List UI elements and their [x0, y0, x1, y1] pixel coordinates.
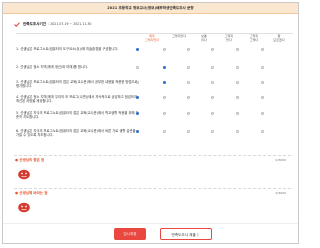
- rating-radio[interactable]: [211, 48, 214, 51]
- question-text: 2. 선생님은 정소 지역(에게 정신(와 미래)를 합니다.: [16, 65, 88, 69]
- question-row: 2. 선생님은 정소 지역(에게 정신(와 미래)를 합니다.: [16, 65, 293, 78]
- rating-radio[interactable]: [211, 81, 214, 84]
- rating-radio[interactable]: [187, 66, 190, 69]
- rating-radio[interactable]: [211, 66, 214, 69]
- column-header: 잘 모르겠다: [273, 34, 285, 42]
- temp-save-button[interactable]: 임시저장: [114, 228, 146, 240]
- question-text: 4. 선생님은 정소 지역(에게 우리의 모 프로그(수면)(에서 지속적으로 …: [16, 95, 137, 104]
- rating-radio[interactable]: [211, 112, 214, 115]
- rating-radio[interactable]: [236, 48, 239, 51]
- question-row: 1. 선생님은 프로그노트(컴퓨터의 도구요소(쉬))에 미술환경을 구성합니다…: [16, 47, 293, 60]
- emoji-icon[interactable]: [17, 168, 31, 180]
- comment-title-good: ● 선생님의 좋은 점: [15, 158, 45, 162]
- column-header: 매우 그렇지않다: [144, 34, 160, 42]
- question-row: 6. 선생님은 지식의 프로그노트(컴퓨터의 접은 교육(교수준)에서 바른 가…: [16, 129, 293, 142]
- rating-radio[interactable]: [236, 130, 239, 133]
- question-row: 3. 선생님은 프로그노트(컴퓨터의 접은 교육(교수준)에서 공부한 내용을 …: [16, 80, 293, 93]
- rating-radio[interactable]: [163, 112, 166, 115]
- rating-radio[interactable]: [136, 130, 139, 133]
- rating-radio[interactable]: [261, 66, 264, 69]
- question-row: 5. 선생님은 지식의 프로그노트(컴퓨터의 접은 교육(교수준)에서 학교생활…: [16, 111, 293, 124]
- char-counter: 0/3600: [275, 191, 286, 195]
- rating-radio[interactable]: [187, 48, 190, 51]
- submit-survey-button[interactable]: 만족도조사 제출 〉: [160, 228, 212, 240]
- section-divider: [14, 188, 291, 189]
- survey-window: 2021 초등학교 정보교사(정보)배부학생만족도조사 문항 만족도조사기간 :…: [2, 2, 299, 244]
- rating-radio[interactable]: [261, 112, 264, 115]
- rating-radio[interactable]: [163, 81, 166, 84]
- comment-title-wish: ● 선생님께 바라는 점: [15, 191, 48, 195]
- column-header: 그렇지않다: [224, 34, 234, 42]
- rating-radio[interactable]: [136, 66, 139, 69]
- question-text: 6. 선생님은 지식의 프로그노트(컴퓨터의 접은 교육(교수준)에서 바른 가…: [16, 129, 136, 138]
- column-header: 그렇지 그렇다: [249, 34, 259, 42]
- column-header: 그렇지않다: [171, 34, 187, 38]
- period-value: : 2021.07.19 ~ 2021.11.30: [48, 22, 92, 26]
- rating-radio[interactable]: [261, 96, 264, 99]
- check-icon: [14, 21, 20, 27]
- rating-radio[interactable]: [163, 48, 166, 51]
- rating-radio[interactable]: [236, 96, 239, 99]
- rating-radio[interactable]: [236, 81, 239, 84]
- rating-radio[interactable]: [136, 96, 139, 99]
- emoji-icon[interactable]: [17, 201, 31, 213]
- rating-radio[interactable]: [261, 48, 264, 51]
- rating-radio[interactable]: [163, 66, 166, 69]
- rating-radio[interactable]: [236, 112, 239, 115]
- section-divider: [14, 155, 291, 156]
- question-text: 5. 선생님은 지식의 프로그노트(컴퓨터의 접은 교육(교수준)에서 학교생활…: [16, 111, 139, 120]
- rating-radio[interactable]: [163, 96, 166, 99]
- survey-period: 만족도조사기간 : 2021.07.19 ~ 2021.11.30: [14, 20, 91, 28]
- rating-radio[interactable]: [187, 112, 190, 115]
- question-text: 1. 선생님은 프로그노트(컴퓨터의 도구요소(쉬))에 미술환경을 구성합니다…: [16, 47, 119, 51]
- rating-radio[interactable]: [136, 81, 139, 84]
- rating-radio[interactable]: [136, 48, 139, 51]
- rating-radio[interactable]: [163, 130, 166, 133]
- period-label: 만족도조사기간: [23, 21, 47, 26]
- action-bar: 임시저장 만족도조사 제출 〉: [3, 223, 298, 244]
- rating-radio[interactable]: [261, 130, 264, 133]
- rating-radio[interactable]: [136, 112, 139, 115]
- rating-radio[interactable]: [211, 130, 214, 133]
- rating-radio[interactable]: [187, 130, 190, 133]
- rating-radio[interactable]: [187, 96, 190, 99]
- survey-column-headers: 매우 그렇지않다 그렇지않다 보통 이다 그렇지 않다 그렇지 그렇다 잘 모르겠다: [16, 33, 293, 46]
- page-banner: 2021 초등학교 정보교사(정보)배부학생만족도조사 문항: [3, 3, 298, 14]
- rating-radio[interactable]: [187, 81, 190, 84]
- rating-radio[interactable]: [236, 66, 239, 69]
- rating-radio[interactable]: [211, 96, 214, 99]
- question-text: 3. 선생님은 프로그노트(컴퓨터의 접은 교육(교수준)에서 공부한 내용을 …: [16, 80, 138, 89]
- column-header: 보통 이다: [201, 34, 207, 42]
- question-row: 4. 선생님은 정소 지역(에게 우리의 모 프로그(수면)(에서 지속적으로 …: [16, 95, 293, 108]
- char-counter: 0/3600: [275, 158, 286, 162]
- rating-radio[interactable]: [261, 81, 264, 84]
